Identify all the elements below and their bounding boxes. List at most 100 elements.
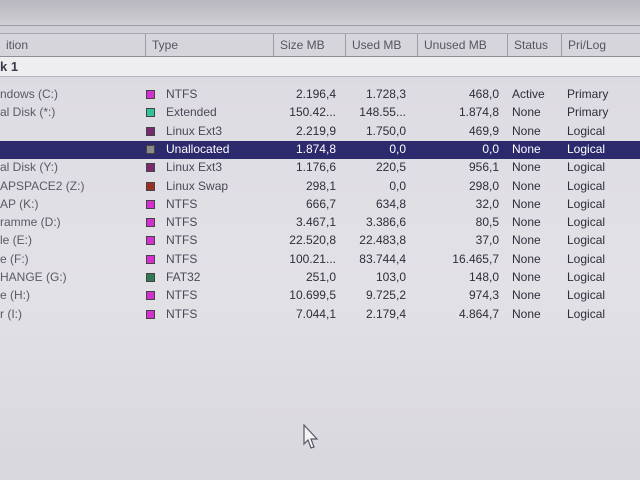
partition-type: NTFS	[166, 196, 198, 211]
table-row[interactable]: ramme (D:) NTFS 3.467,1 3.386,6 80,5 None Logi…	[0, 214, 640, 232]
table-row[interactable]: AP (K:) NTFS 666,7 634,8 32,0 None Logical	[0, 196, 640, 214]
partition-status: Active	[512, 87, 545, 101]
partition-name: e (H:)	[0, 288, 30, 303]
partition-used: 2.179,4	[365, 306, 406, 321]
partition-status: None	[512, 160, 541, 175]
partition-status: None	[512, 123, 541, 138]
partition-unused: 469,9	[468, 123, 499, 138]
partition-used: 0,0	[389, 178, 406, 193]
disk-row[interactable]: k 1	[0, 57, 640, 77]
table-row[interactable]: ndows (C:) NTFS 2.196,4 1.728,3 468,0 Active P…	[0, 86, 640, 104]
column-header-row: ition Type Size MB Used MB Unused MB Sta…	[0, 33, 640, 57]
partition-name: ramme (D:)	[0, 215, 61, 230]
partition-status: None	[512, 288, 541, 303]
partition-type: Linux Ext3	[166, 160, 223, 175]
partition-size: 298,1	[305, 178, 336, 193]
table-row[interactable]: r (I:) NTFS 7.044,1 2.179,4 4.864,7 None Logic…	[0, 306, 640, 324]
partition-type: Extended	[166, 105, 217, 120]
partition-name: r (I:)	[0, 306, 22, 321]
partition-status: None	[512, 105, 541, 120]
table-row[interactable]: e (F:) NTFS 100.21... 83.744,4 16.465,7 None L…	[0, 251, 640, 269]
partition-size: 100.21...	[289, 251, 336, 266]
partition-unused: 468,0	[468, 87, 499, 101]
partition-status: None	[512, 196, 541, 211]
partition-name: HANGE (G:)	[0, 270, 67, 284]
partition-prilog: Logical	[567, 270, 606, 284]
partition-status: None	[512, 251, 541, 266]
partition-status: None	[512, 178, 541, 193]
partition-type: NTFS	[166, 306, 198, 321]
partition-type: NTFS	[166, 288, 198, 303]
partition-name: al Disk (Y:)	[0, 160, 59, 175]
partition-unused: 148,0	[468, 270, 499, 284]
partition-manager-window: ition Type Size MB Used MB Unused MB Sta…	[0, 0, 640, 480]
partition-size: 1.176,6	[295, 160, 336, 175]
partition-color-swatch	[146, 181, 155, 191]
partition-prilog: Logical	[567, 288, 606, 303]
partition-size: 7.044,1	[295, 306, 336, 321]
partition-name: e (F:)	[0, 251, 29, 266]
column-header-type[interactable]: Type	[146, 34, 274, 56]
table-row[interactable]: al Disk (*:) Extended 150.42... 148.55... 1.…	[0, 104, 640, 122]
table-row[interactable]: al Disk (Y:) Linux Ext3 1.176,6 220,5 956,1 N…	[0, 159, 640, 177]
column-header-status[interactable]: Status	[508, 34, 562, 56]
partition-used: 148.55...	[359, 105, 406, 120]
mouse-cursor-icon	[303, 424, 319, 449]
partition-color-swatch	[146, 199, 155, 209]
partition-prilog: Logical	[567, 251, 606, 266]
partition-status: None	[512, 215, 541, 230]
partition-color-swatch	[146, 254, 155, 264]
partition-name: le (E:)	[0, 233, 33, 248]
partition-prilog: Logical	[567, 196, 606, 211]
partition-used: 1.750,0	[365, 123, 406, 138]
partition-unused: 1.874,8	[458, 105, 499, 120]
partition-prilog: Logical	[567, 215, 606, 230]
partition-used: 22.483,8	[359, 233, 406, 248]
partition-used: 83.744,4	[359, 251, 406, 266]
partition-name: AP (K:)	[0, 196, 39, 211]
partition-color-swatch	[146, 108, 155, 118]
column-header-prilog[interactable]: Pri/Log	[562, 34, 640, 56]
partition-size: 22.520,8	[289, 233, 336, 248]
partition-type: NTFS	[166, 233, 198, 248]
table-row[interactable]: Linux Ext3 2.219,9 1.750,0 469,9 None Logical	[0, 123, 640, 141]
table-row[interactable]: Unallocated 1.874,8 0,0 0,0 None Logical	[0, 140, 640, 159]
table-row[interactable]: le (E:) NTFS 22.520,8 22.483,8 37,0 None Logic…	[0, 232, 640, 250]
partition-used: 9.725,2	[365, 288, 406, 303]
partition-unused: 298,0	[468, 178, 499, 193]
partition-type: NTFS	[166, 251, 198, 266]
partition-used: 3.386,6	[365, 215, 406, 230]
partition-type: Linux Swap	[166, 178, 229, 193]
partition-status: None	[512, 233, 541, 248]
partition-size: 2.196,4	[295, 87, 336, 101]
column-header-partition[interactable]: ition	[0, 34, 146, 56]
partition-color-swatch	[146, 236, 155, 246]
partition-unused: 80,5	[475, 215, 499, 230]
partition-color-swatch	[146, 218, 155, 228]
partition-unused: 32,0	[475, 196, 499, 211]
table-row[interactable]: e (H:) NTFS 10.699,5 9.725,2 974,3 None Logica…	[0, 287, 640, 305]
column-header-used[interactable]: Used MB	[346, 34, 418, 56]
partition-color-swatch	[146, 163, 155, 173]
column-header-size[interactable]: Size MB	[274, 34, 346, 56]
partition-name: ndows (C:)	[0, 87, 59, 101]
partition-prilog: Logical	[567, 233, 606, 248]
partition-unused: 16.465,7	[452, 251, 499, 266]
partition-size: 2.219,9	[295, 123, 336, 138]
partition-size: 251,0	[305, 270, 336, 284]
table-row[interactable]: APSPACE2 (Z:) Linux Swap 298,1 0,0 298,0 None…	[0, 178, 640, 196]
partition-unused: 0,0	[482, 141, 499, 156]
partition-type: FAT32	[166, 270, 201, 284]
partition-size: 150.42...	[289, 105, 336, 120]
partition-prilog: Logical	[567, 141, 606, 156]
partition-prilog: Logical	[567, 123, 606, 138]
partition-unused: 956,1	[468, 160, 499, 175]
partition-type: NTFS	[166, 215, 198, 230]
partition-unused: 974,3	[468, 288, 499, 303]
partition-unused: 37,0	[475, 233, 499, 248]
column-header-unused[interactable]: Unused MB	[418, 34, 508, 56]
partition-unused: 4.864,7	[458, 306, 499, 321]
table-row[interactable]: HANGE (G:) FAT32 251,0 103,0 148,0 None Logica…	[0, 269, 640, 287]
disk-label: k 1	[0, 59, 19, 74]
partition-name: al Disk (*:)	[0, 105, 56, 120]
